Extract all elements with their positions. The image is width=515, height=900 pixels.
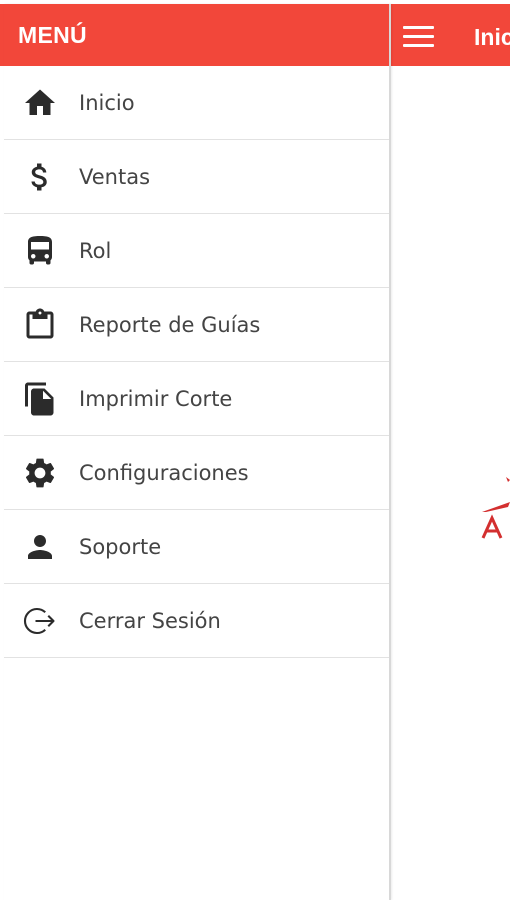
page-title: Inicio — [474, 24, 515, 50]
hamburger-icon[interactable] — [403, 26, 434, 50]
menu-item-label: Rol — [79, 238, 112, 263]
menu-item-cerrar-sesion[interactable]: Cerrar Sesión — [4, 584, 389, 658]
menu-item-label: Imprimir Corte — [79, 386, 233, 411]
navigation-drawer: MENÚ Inicio Ventas Rol Reporte de Guías — [4, 4, 391, 900]
menu-item-soporte[interactable]: Soporte — [4, 510, 389, 584]
person-icon — [22, 529, 58, 565]
menu-item-imprimir-corte[interactable]: Imprimir Corte — [4, 362, 389, 436]
clipboard-icon — [22, 307, 58, 343]
menu-item-label: Ventas — [79, 164, 151, 189]
home-icon — [22, 85, 58, 121]
menu-item-label: Inicio — [79, 90, 135, 115]
menu-item-label: Cerrar Sesión — [79, 608, 221, 633]
menu-item-configuraciones[interactable]: Configuraciones — [4, 436, 389, 510]
right-edge — [510, 0, 515, 900]
drawer-header: MENÚ — [4, 4, 389, 66]
logout-icon — [22, 603, 58, 639]
gear-icon — [22, 455, 58, 491]
menu-item-label: Configuraciones — [79, 460, 249, 485]
menu-item-inicio[interactable]: Inicio — [4, 66, 389, 140]
menu-item-reporte-de-guias[interactable]: Reporte de Guías — [4, 288, 389, 362]
menu-item-label: Reporte de Guías — [79, 312, 261, 337]
menu-item-rol[interactable]: Rol — [4, 214, 389, 288]
bus-icon — [22, 233, 58, 269]
drawer-title: MENÚ — [18, 21, 87, 48]
drawer-menu: Inicio Ventas Rol Reporte de Guías Impri… — [4, 66, 389, 658]
document-icon — [22, 381, 58, 417]
dollar-icon — [22, 159, 58, 195]
menu-item-ventas[interactable]: Ventas — [4, 140, 389, 214]
menu-item-label: Soporte — [79, 534, 162, 559]
